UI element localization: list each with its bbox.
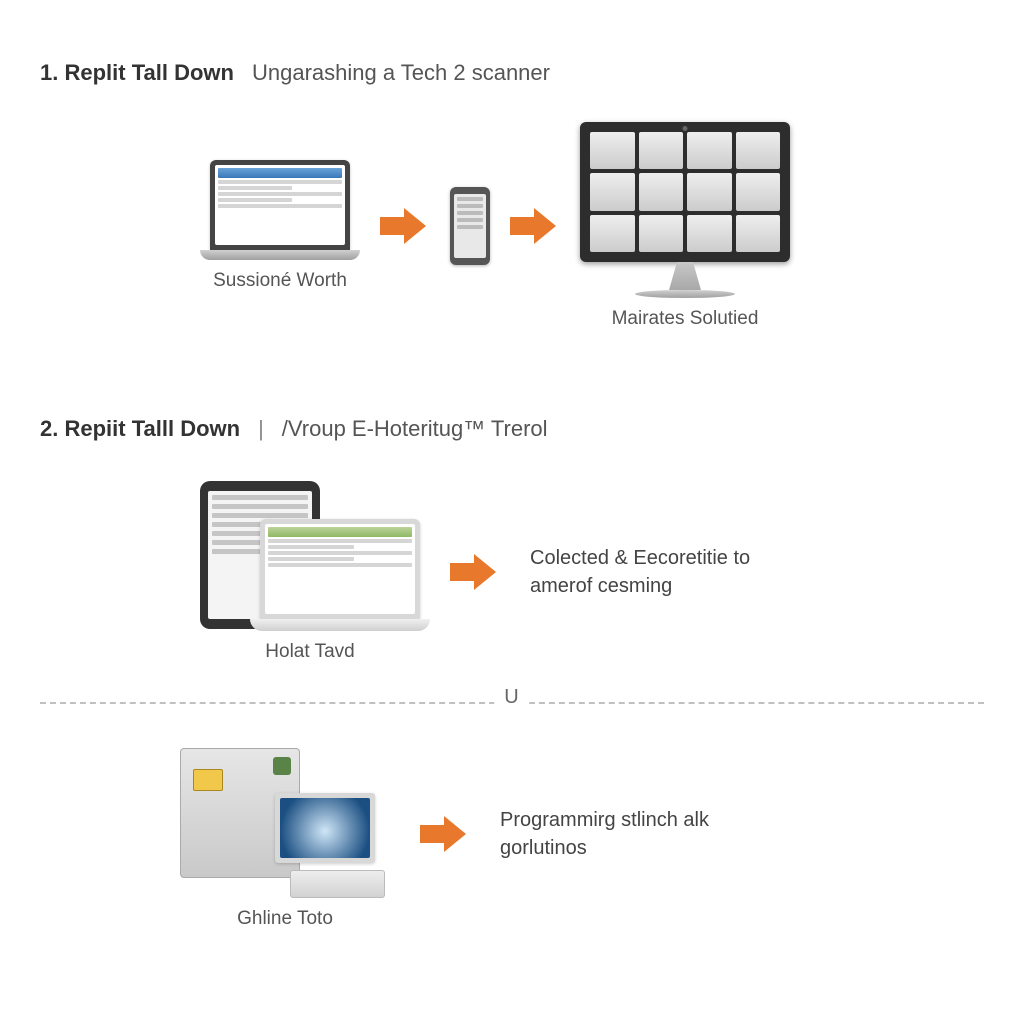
section-2-title: Repiit Talll Down (64, 416, 240, 441)
laptop-group: Sussioné Worth (200, 160, 360, 292)
section-1-number-title: 1. Replit Tall Down (40, 60, 234, 86)
section-3-flow-row: Ghline Toto Programmirg stlinch alk gorl… (40, 734, 984, 934)
diagnostic-machine-icon (180, 738, 390, 898)
vertical-divider-icon: | (258, 416, 264, 442)
desktop-monitor-icon (580, 122, 790, 298)
section-2-flow-row: Holat Tavd Colected & Eecoretitie to ame… (40, 472, 984, 672)
arrow-right-icon (510, 208, 560, 244)
section-1-title: Replit Tall Down (64, 60, 233, 85)
section-3-description: Programmirg stlinch alk gorlutinos (500, 806, 780, 862)
diagnostic-machine-group: Ghline Toto (180, 738, 390, 930)
combo-caption: Holat Tavd (265, 641, 354, 663)
tablet-laptop-group: Holat Tavd (200, 481, 420, 663)
phone-icon (450, 187, 490, 265)
section-2-header: 2. Repiit Talll Down | /Vroup E-Hoteritu… (40, 416, 984, 442)
section-1-prefix: 1. (40, 60, 58, 85)
white-laptop-icon (250, 519, 430, 631)
tablet-laptop-combo-icon (200, 481, 420, 631)
section-2-prefix: 2. (40, 416, 58, 441)
dashed-separator: U (40, 702, 984, 704)
section-1-subtitle: Ungarashing a Tech 2 scanner (252, 60, 550, 86)
monitor-group: Mairates Solutied (580, 122, 790, 330)
arrow-right-icon (380, 208, 430, 244)
section-2-description: Colected & Eecoretitie to amerof cesming (530, 544, 810, 600)
monitor-caption: Mairates Solutied (612, 308, 759, 330)
separator-label: U (494, 686, 529, 709)
arrow-right-icon (450, 554, 500, 590)
section-2-subtitle: /Vroup E-Hoteritug™ Trerol (282, 416, 548, 442)
section-1-header: 1. Replit Tall Down Ungarashing a Tech 2… (40, 60, 984, 86)
laptop-caption: Sussioné Worth (213, 270, 347, 292)
section-2-number-title: 2. Repiit Talll Down (40, 416, 240, 442)
phone-group (450, 187, 490, 265)
laptop-icon (200, 160, 360, 260)
section-1-flow-row: Sussioné Worth Mairates Solutied (40, 116, 984, 336)
machine-caption: Ghline Toto (237, 908, 333, 930)
arrow-right-icon (420, 816, 470, 852)
